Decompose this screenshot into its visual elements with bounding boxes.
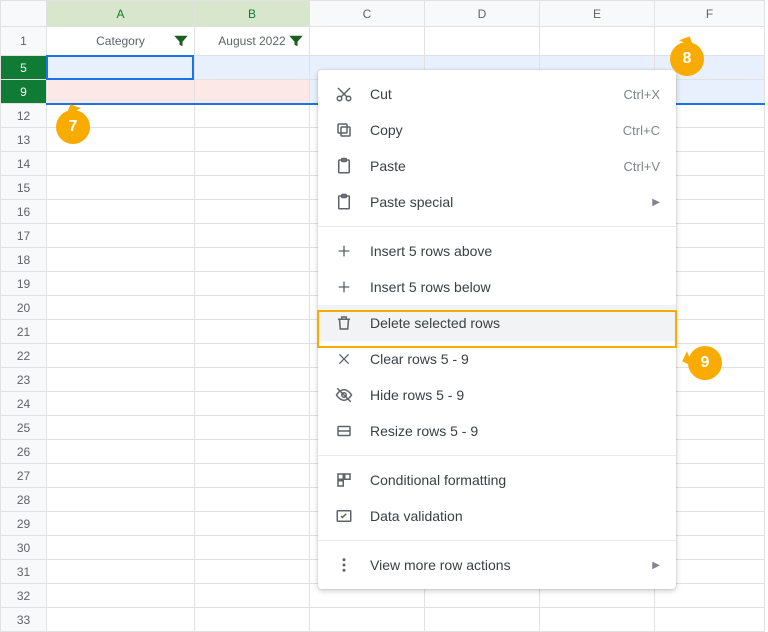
callout-7: 7 bbox=[56, 110, 90, 144]
menu-copy[interactable]: Copy Ctrl+C bbox=[318, 112, 676, 148]
menu-label: Delete selected rows bbox=[370, 315, 660, 331]
chevron-right-icon: ▶ bbox=[652, 197, 660, 208]
chevron-right-icon: ▶ bbox=[652, 560, 660, 571]
header-cell-august[interactable]: August 2022 bbox=[195, 27, 310, 56]
row-header[interactable]: 33 bbox=[1, 608, 47, 632]
menu-label: Conditional formatting bbox=[370, 472, 660, 488]
select-all-corner[interactable] bbox=[1, 1, 47, 27]
row-header[interactable]: 21 bbox=[1, 320, 47, 344]
paste-icon bbox=[334, 156, 354, 176]
menu-data-validation[interactable]: Data validation bbox=[318, 498, 676, 534]
plus-icon bbox=[334, 241, 354, 261]
table-row: 33 bbox=[1, 608, 765, 632]
col-header-a[interactable]: A bbox=[47, 1, 195, 27]
menu-label: Cut bbox=[370, 86, 624, 102]
row-header[interactable]: 18 bbox=[1, 248, 47, 272]
row-header[interactable]: 25 bbox=[1, 416, 47, 440]
resize-icon bbox=[334, 421, 354, 441]
col-header-e[interactable]: E bbox=[540, 1, 655, 27]
row-header[interactable]: 12 bbox=[1, 104, 47, 128]
row-header[interactable]: 19 bbox=[1, 272, 47, 296]
menu-label: View more row actions bbox=[370, 557, 652, 573]
menu-resize-rows[interactable]: Resize rows 5 - 9 bbox=[318, 413, 676, 449]
menu-paste[interactable]: Paste Ctrl+V bbox=[318, 148, 676, 184]
row-header[interactable]: 23 bbox=[1, 368, 47, 392]
menu-label: Insert 5 rows below bbox=[370, 279, 660, 295]
row-header[interactable]: 22 bbox=[1, 344, 47, 368]
menu-label: Insert 5 rows above bbox=[370, 243, 660, 259]
col-header-c[interactable]: C bbox=[310, 1, 425, 27]
row-header[interactable]: 27 bbox=[1, 464, 47, 488]
paste-special-icon bbox=[334, 192, 354, 212]
row-header[interactable]: 14 bbox=[1, 152, 47, 176]
copy-icon bbox=[334, 120, 354, 140]
filter-icon[interactable] bbox=[287, 32, 305, 50]
callout-9: 9 bbox=[688, 346, 722, 380]
row-header[interactable]: 5 bbox=[1, 56, 47, 80]
callout-8: 8 bbox=[670, 42, 704, 76]
row-header[interactable]: 20 bbox=[1, 296, 47, 320]
eye-off-icon bbox=[334, 385, 354, 405]
menu-shortcut: Ctrl+V bbox=[624, 159, 660, 174]
menu-shortcut: Ctrl+X bbox=[624, 87, 660, 102]
row-1[interactable]: 1 Category August 2022 bbox=[1, 27, 765, 56]
menu-label: Copy bbox=[370, 122, 623, 138]
cut-icon bbox=[334, 84, 354, 104]
row-header[interactable]: 16 bbox=[1, 200, 47, 224]
header-label: Category bbox=[96, 34, 145, 48]
menu-cut[interactable]: Cut Ctrl+X bbox=[318, 76, 676, 112]
row-header[interactable]: 1 bbox=[1, 27, 47, 56]
row-header[interactable]: 26 bbox=[1, 440, 47, 464]
menu-label: Data validation bbox=[370, 508, 660, 524]
menu-insert-above[interactable]: Insert 5 rows above bbox=[318, 233, 676, 269]
row-header[interactable]: 15 bbox=[1, 176, 47, 200]
menu-label: Resize rows 5 - 9 bbox=[370, 423, 660, 439]
menu-label: Paste bbox=[370, 158, 624, 174]
menu-separator bbox=[318, 226, 676, 227]
trash-icon bbox=[334, 313, 354, 333]
row-header[interactable]: 17 bbox=[1, 224, 47, 248]
row-header[interactable]: 32 bbox=[1, 584, 47, 608]
menu-hide-rows[interactable]: Hide rows 5 - 9 bbox=[318, 377, 676, 413]
context-menu: Cut Ctrl+X Copy Ctrl+C Paste Ctrl+V Past… bbox=[318, 70, 676, 589]
menu-delete-selected-rows[interactable]: Delete selected rows bbox=[318, 305, 676, 341]
menu-conditional-formatting[interactable]: Conditional formatting bbox=[318, 462, 676, 498]
menu-label: Hide rows 5 - 9 bbox=[370, 387, 660, 403]
row-header[interactable]: 30 bbox=[1, 536, 47, 560]
col-header-b[interactable]: B bbox=[195, 1, 310, 27]
row-header[interactable]: 13 bbox=[1, 128, 47, 152]
conditional-formatting-icon bbox=[334, 470, 354, 490]
row-header[interactable]: 24 bbox=[1, 392, 47, 416]
header-cell-category[interactable]: Category bbox=[47, 27, 195, 56]
row-header[interactable]: 29 bbox=[1, 512, 47, 536]
menu-shortcut: Ctrl+C bbox=[623, 123, 660, 138]
filter-icon[interactable] bbox=[172, 32, 190, 50]
menu-paste-special[interactable]: Paste special ▶ bbox=[318, 184, 676, 220]
data-validation-icon bbox=[334, 506, 354, 526]
menu-label: Paste special bbox=[370, 194, 652, 210]
menu-label: Clear rows 5 - 9 bbox=[370, 351, 660, 367]
plus-icon bbox=[334, 277, 354, 297]
menu-separator bbox=[318, 540, 676, 541]
col-header-f[interactable]: F bbox=[655, 1, 765, 27]
menu-clear-rows[interactable]: Clear rows 5 - 9 bbox=[318, 341, 676, 377]
header-label: August 2022 bbox=[218, 34, 285, 48]
more-vertical-icon bbox=[334, 555, 354, 575]
menu-separator bbox=[318, 455, 676, 456]
close-icon bbox=[334, 349, 354, 369]
menu-more-row-actions[interactable]: View more row actions ▶ bbox=[318, 547, 676, 583]
row-header[interactable]: 31 bbox=[1, 560, 47, 584]
menu-insert-below[interactable]: Insert 5 rows below bbox=[318, 269, 676, 305]
col-header-d[interactable]: D bbox=[425, 1, 540, 27]
row-header[interactable]: 28 bbox=[1, 488, 47, 512]
row-header[interactable]: 9 bbox=[1, 80, 47, 104]
